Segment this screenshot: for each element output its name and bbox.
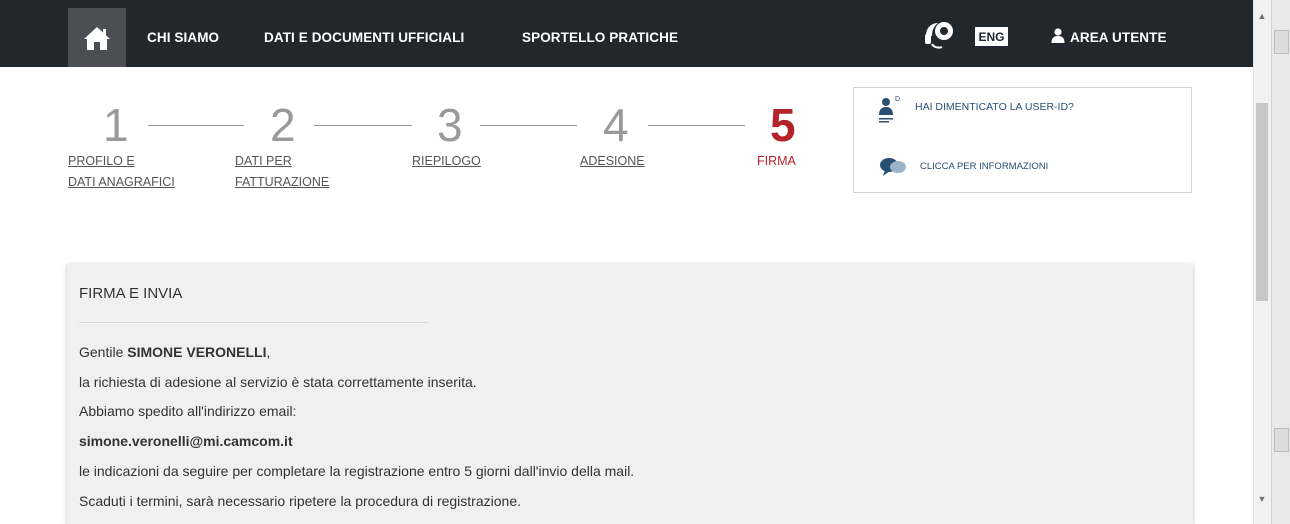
step-1-label-line1: PROFILO E [68, 154, 135, 168]
step-connector [148, 125, 244, 126]
user-email: simone.veronelli@mi.camcom.it [79, 433, 293, 449]
step-1-label-line2: DATI ANAGRAFICI [68, 175, 175, 189]
step-2-label-line1: DATI PER [235, 154, 292, 168]
side-scroll-button[interactable] [1274, 30, 1289, 54]
step-5-label: FIRMA [757, 154, 796, 168]
step-1-label[interactable]: PROFILO E DATI ANAGRAFICI [68, 151, 175, 193]
nav-chi-siamo[interactable]: CHI SIAMO [147, 30, 219, 45]
message-line-2: Abbiamo spedito all'indirizzo email: [79, 403, 297, 419]
panel-title: FIRMA E INVIA [79, 285, 183, 302]
scrollbar-thumb[interactable] [1256, 103, 1268, 301]
message-line-3: le indicazioni da seguire per completare… [79, 463, 635, 479]
step-1-number: 1 [103, 99, 129, 151]
nav-dati-documenti[interactable]: DATI E DOCUMENTI UFFICIALI [264, 30, 464, 45]
home-button[interactable] [68, 8, 126, 67]
info-link[interactable]: CLICCA PER INFORMAZIONI [920, 161, 1048, 172]
home-icon [84, 26, 110, 50]
scroll-up-arrow[interactable]: ▲ [1256, 9, 1268, 23]
step-connector [480, 125, 577, 126]
step-2-number: 2 [270, 99, 296, 151]
step-4-label[interactable]: ADESIONE [580, 151, 645, 172]
step-4-number: 4 [603, 99, 629, 151]
svg-text:D: D [895, 96, 900, 103]
support-button[interactable] [922, 20, 958, 55]
step-2-label[interactable]: DATI PER FATTURAZIONE [235, 151, 329, 193]
greeting-line: Gentile SIMONE VERONELLI, [79, 344, 270, 360]
forgot-userid-link[interactable]: HAI DIMENTICATO LA USER-ID? [915, 101, 1074, 113]
step-3-label[interactable]: RIEPILOGO [412, 151, 481, 172]
greeting-suffix: , [266, 344, 271, 360]
user-icon [1051, 28, 1065, 43]
message-line-1: la richiesta di adesione al servizio è s… [79, 374, 477, 390]
user-id-icon: D [879, 96, 900, 123]
signature-panel [67, 264, 1193, 524]
nav-sportello-pratiche[interactable]: SPORTELLO PRATICHE [522, 30, 678, 45]
language-switch[interactable]: ENG [975, 27, 1008, 46]
greeting-prefix: Gentile [79, 344, 124, 360]
step-5-number: 5 [770, 99, 796, 151]
step-3-number: 3 [437, 99, 463, 151]
panel-divider [79, 322, 428, 323]
message-line-4: Scaduti i termini, sarà necessario ripet… [79, 493, 521, 509]
step-connector [314, 125, 412, 126]
step-connector [648, 125, 745, 126]
user-name: SIMONE VERONELLI [127, 344, 267, 360]
side-scroll-button[interactable] [1274, 428, 1289, 452]
scroll-down-arrow[interactable]: ▼ [1256, 492, 1268, 506]
step-2-label-line2: FATTURAZIONE [235, 175, 330, 189]
nav-area-utente[interactable]: AREA UTENTE [1070, 30, 1167, 45]
headset-icon [925, 22, 953, 49]
chat-icon [880, 158, 906, 176]
